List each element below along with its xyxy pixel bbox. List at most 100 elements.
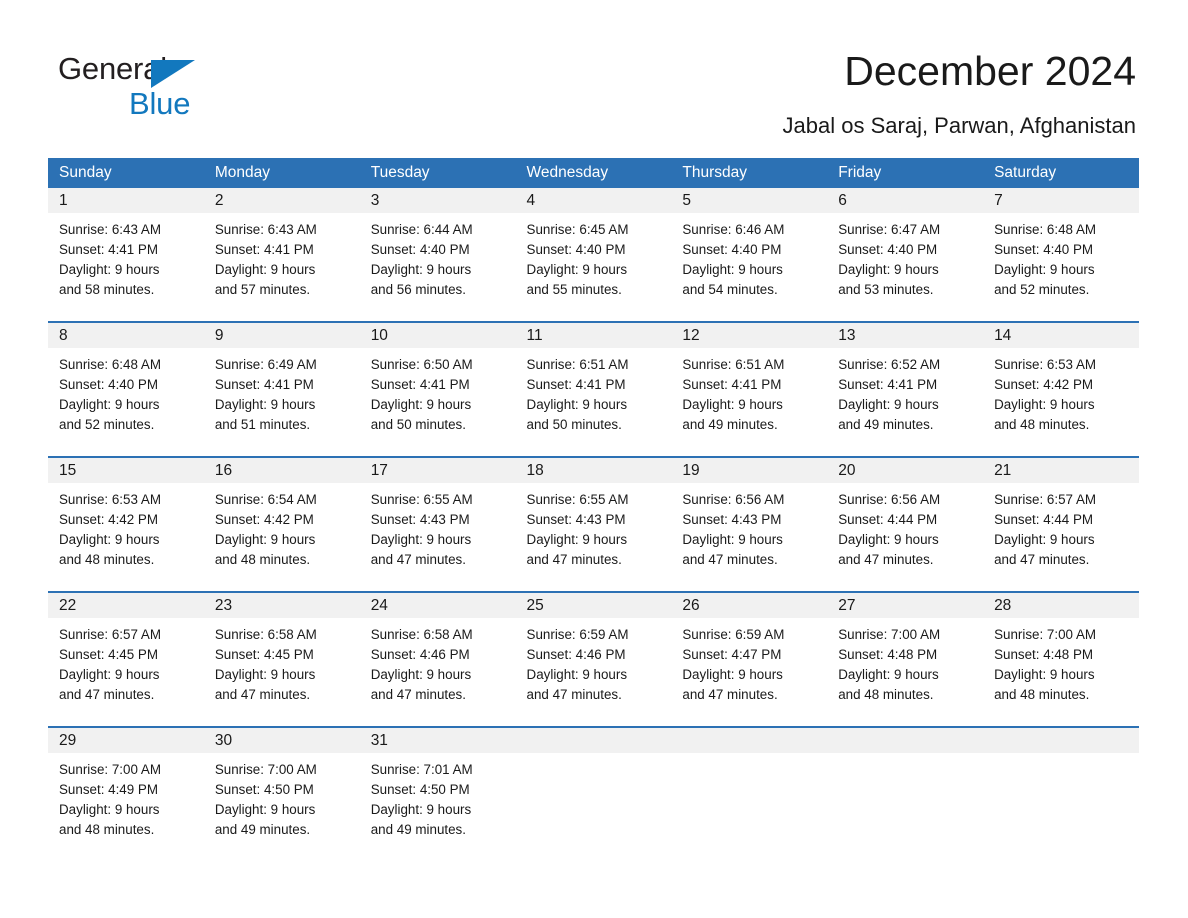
- day-detail-line: Sunset: 4:41 PM: [682, 377, 782, 392]
- day-number: 25: [515, 593, 672, 618]
- day-detail-line: Sunrise: 6:45 AM: [526, 222, 629, 237]
- day-details: Sunrise: 6:43 AM Sunset: 4:41 PM Daylight:…: [204, 213, 360, 300]
- day-detail-line: Sunset: 4:47 PM: [682, 647, 782, 662]
- calendar-day-cell[interactable]: 5 Sunrise: 6:46 AM Sunset: 4:40 PM Daylight…: [671, 188, 828, 310]
- day-detail-line: Sunrise: 6:58 AM: [214, 627, 317, 642]
- day-detail-line: and 47 minutes.: [994, 552, 1090, 567]
- day-detail-line: Sunset: 4:40 PM: [59, 377, 158, 392]
- day-number: 9: [203, 323, 360, 348]
- day-detail-line: Sunset: 4:41 PM: [838, 377, 938, 392]
- calendar-day-cell-empty: [827, 728, 984, 850]
- day-number: 13: [827, 323, 984, 348]
- calendar-day-cell[interactable]: 6 Sunrise: 6:47 AM Sunset: 4:40 PM Daylight…: [827, 188, 984, 310]
- day-number: 30: [203, 728, 360, 753]
- calendar-day-cell[interactable]: 22 Sunrise: 6:57 AM Sunset: 4:45 PM Dayligh…: [48, 593, 204, 715]
- day-number: 7: [983, 188, 1139, 213]
- calendar-day-cell[interactable]: 13 Sunrise: 6:52 AM Sunset: 4:41 PM Dayligh…: [827, 323, 984, 445]
- day-detail-line: and 49 minutes.: [682, 417, 778, 432]
- calendar-day-cell[interactable]: 17 Sunrise: 6:55 AM Sunset: 4:43 PM Dayligh…: [359, 458, 516, 580]
- day-detail-line: Sunrise: 7:00 AM: [994, 627, 1097, 642]
- calendar-day-cell[interactable]: 11 Sunrise: 6:51 AM Sunset: 4:41 PM Dayligh…: [515, 323, 672, 445]
- calendar-day-cell[interactable]: 4 Sunrise: 6:45 AM Sunset: 4:40 PM Daylight…: [515, 188, 672, 310]
- day-number: 21: [983, 458, 1139, 483]
- calendar-day-cell[interactable]: 10 Sunrise: 6:50 AM Sunset: 4:41 PM Dayligh…: [359, 323, 516, 445]
- calendar-day-cell-empty: [983, 728, 1139, 850]
- calendar-weekday-header-row: Sunday Monday Tuesday Wednesday Thursday Frid…: [48, 158, 1139, 188]
- calendar-day-cell[interactable]: 21 Sunrise: 6:57 AM Sunset: 4:44 PM Dayligh…: [983, 458, 1139, 580]
- day-details: Sunrise: 6:52 AM Sunset: 4:41 PM Daylight:…: [827, 348, 983, 435]
- calendar-day-cell[interactable]: 18 Sunrise: 6:55 AM Sunset: 4:43 PM Dayligh…: [515, 458, 672, 580]
- day-detail-line: and 55 minutes.: [526, 282, 622, 297]
- calendar-day-cell[interactable]: 15 Sunrise: 6:53 AM Sunset: 4:42 PM Dayligh…: [48, 458, 204, 580]
- generalblue-logo[interactable]: General Blue: [58, 52, 358, 122]
- day-detail-line: Daylight: 9 hours: [59, 532, 160, 547]
- day-detail-line: and 48 minutes.: [838, 687, 934, 702]
- day-details: Sunrise: 6:51 AM Sunset: 4:41 PM Daylight:…: [671, 348, 827, 435]
- day-detail-line: Sunrise: 6:58 AM: [370, 627, 473, 642]
- calendar-day-cell[interactable]: 7 Sunrise: 6:48 AM Sunset: 4:40 PM Daylight…: [983, 188, 1139, 310]
- calendar-day-cell[interactable]: 24 Sunrise: 6:58 AM Sunset: 4:46 PM Dayligh…: [359, 593, 516, 715]
- calendar-day-cell[interactable]: 8 Sunrise: 6:48 AM Sunset: 4:40 PM Daylight…: [48, 323, 204, 445]
- day-details: Sunrise: 7:00 AM Sunset: 4:50 PM Daylight:…: [204, 753, 360, 840]
- calendar-day-cell[interactable]: 29 Sunrise: 7:00 AM Sunset: 4:49 PM Dayligh…: [48, 728, 204, 850]
- day-detail-line: Sunset: 4:50 PM: [370, 782, 470, 797]
- calendar-day-cell[interactable]: 3 Sunrise: 6:44 AM Sunset: 4:40 PM Daylight…: [359, 188, 516, 310]
- day-detail-line: and 50 minutes.: [370, 417, 466, 432]
- day-number: 5: [671, 188, 828, 213]
- day-detail-line: Daylight: 9 hours: [214, 532, 316, 547]
- day-detail-line: Daylight: 9 hours: [526, 397, 628, 412]
- calendar-day-cell-empty: [515, 728, 672, 850]
- day-detail-line: and 56 minutes.: [370, 282, 466, 297]
- day-detail-line: and 47 minutes.: [59, 687, 155, 702]
- day-detail-line: Sunrise: 6:53 AM: [59, 492, 161, 507]
- day-detail-line: Sunrise: 6:57 AM: [59, 627, 161, 642]
- calendar-day-cell[interactable]: 26 Sunrise: 6:59 AM Sunset: 4:47 PM Dayligh…: [671, 593, 828, 715]
- calendar-day-cell[interactable]: 9 Sunrise: 6:49 AM Sunset: 4:41 PM Daylight…: [203, 323, 360, 445]
- day-detail-line: and 48 minutes.: [59, 552, 155, 567]
- day-detail-line: Daylight: 9 hours: [838, 262, 939, 277]
- day-number: 27: [827, 593, 984, 618]
- day-details: Sunrise: 6:57 AM Sunset: 4:44 PM Daylight:…: [983, 483, 1139, 570]
- day-detail-line: Sunrise: 6:48 AM: [994, 222, 1097, 237]
- day-detail-line: and 49 minutes.: [838, 417, 934, 432]
- calendar-day-cell[interactable]: 1 Sunrise: 6:43 AM Sunset: 4:41 PM Daylight…: [48, 188, 204, 310]
- day-detail-line: Sunrise: 6:55 AM: [526, 492, 629, 507]
- calendar-day-cell[interactable]: 19 Sunrise: 6:56 AM Sunset: 4:43 PM Dayligh…: [671, 458, 828, 580]
- day-detail-line: Daylight: 9 hours: [59, 262, 160, 277]
- calendar-day-cell[interactable]: 25 Sunrise: 6:59 AM Sunset: 4:46 PM Dayligh…: [515, 593, 672, 715]
- calendar-day-cell[interactable]: 28 Sunrise: 7:00 AM Sunset: 4:48 PM Dayligh…: [983, 593, 1139, 715]
- day-details: Sunrise: 6:55 AM Sunset: 4:43 PM Daylight:…: [360, 483, 516, 570]
- day-number: 15: [48, 458, 204, 483]
- day-detail-line: and 58 minutes.: [59, 282, 155, 297]
- day-details: Sunrise: 7:01 AM Sunset: 4:50 PM Daylight:…: [360, 753, 516, 840]
- calendar-day-cell[interactable]: 14 Sunrise: 6:53 AM Sunset: 4:42 PM Dayligh…: [983, 323, 1139, 445]
- day-detail-line: Sunrise: 6:43 AM: [59, 222, 161, 237]
- calendar-day-cell[interactable]: 30 Sunrise: 7:00 AM Sunset: 4:50 PM Dayligh…: [203, 728, 360, 850]
- day-detail-line: Sunset: 4:43 PM: [682, 512, 782, 527]
- day-detail-line: and 47 minutes.: [838, 552, 934, 567]
- logo-top-row: General: [58, 52, 358, 88]
- day-detail-line: Sunset: 4:41 PM: [214, 377, 314, 392]
- calendar-day-cell[interactable]: 23 Sunrise: 6:58 AM Sunset: 4:45 PM Dayligh…: [203, 593, 360, 715]
- day-detail-line: Daylight: 9 hours: [994, 532, 1095, 547]
- day-details: Sunrise: 6:56 AM Sunset: 4:43 PM Daylight:…: [671, 483, 827, 570]
- day-detail-line: and 47 minutes.: [682, 552, 778, 567]
- calendar-day-cell[interactable]: 16 Sunrise: 6:54 AM Sunset: 4:42 PM Dayligh…: [203, 458, 360, 580]
- day-detail-line: Sunset: 4:44 PM: [994, 512, 1094, 527]
- day-details: Sunrise: 6:51 AM Sunset: 4:41 PM Daylight:…: [516, 348, 672, 435]
- calendar-day-cell[interactable]: 31 Sunrise: 7:01 AM Sunset: 4:50 PM Dayligh…: [359, 728, 516, 850]
- calendar-table: Sunday Monday Tuesday Wednesday Thursday Frid…: [48, 158, 1139, 850]
- day-detail-line: Sunset: 4:40 PM: [994, 242, 1094, 257]
- logo-triangle-icon: [151, 60, 195, 88]
- calendar-week-row: 15 Sunrise: 6:53 AM Sunset: 4:42 PM Dayligh…: [48, 456, 1139, 580]
- calendar-day-cell[interactable]: 2 Sunrise: 6:43 AM Sunset: 4:41 PM Daylight…: [203, 188, 360, 310]
- day-detail-line: Sunset: 4:42 PM: [214, 512, 314, 527]
- day-detail-line: and 48 minutes.: [59, 822, 155, 837]
- calendar-day-cell[interactable]: 27 Sunrise: 7:00 AM Sunset: 4:48 PM Dayligh…: [827, 593, 984, 715]
- day-detail-line: Daylight: 9 hours: [370, 802, 472, 817]
- calendar-day-cell[interactable]: 12 Sunrise: 6:51 AM Sunset: 4:41 PM Dayligh…: [671, 323, 828, 445]
- day-details: Sunrise: 6:43 AM Sunset: 4:41 PM Daylight:…: [48, 213, 204, 300]
- day-number: 6: [827, 188, 984, 213]
- calendar-day-cell[interactable]: 20 Sunrise: 6:56 AM Sunset: 4:44 PM Dayligh…: [827, 458, 984, 580]
- day-detail-line: Sunset: 4:48 PM: [838, 647, 938, 662]
